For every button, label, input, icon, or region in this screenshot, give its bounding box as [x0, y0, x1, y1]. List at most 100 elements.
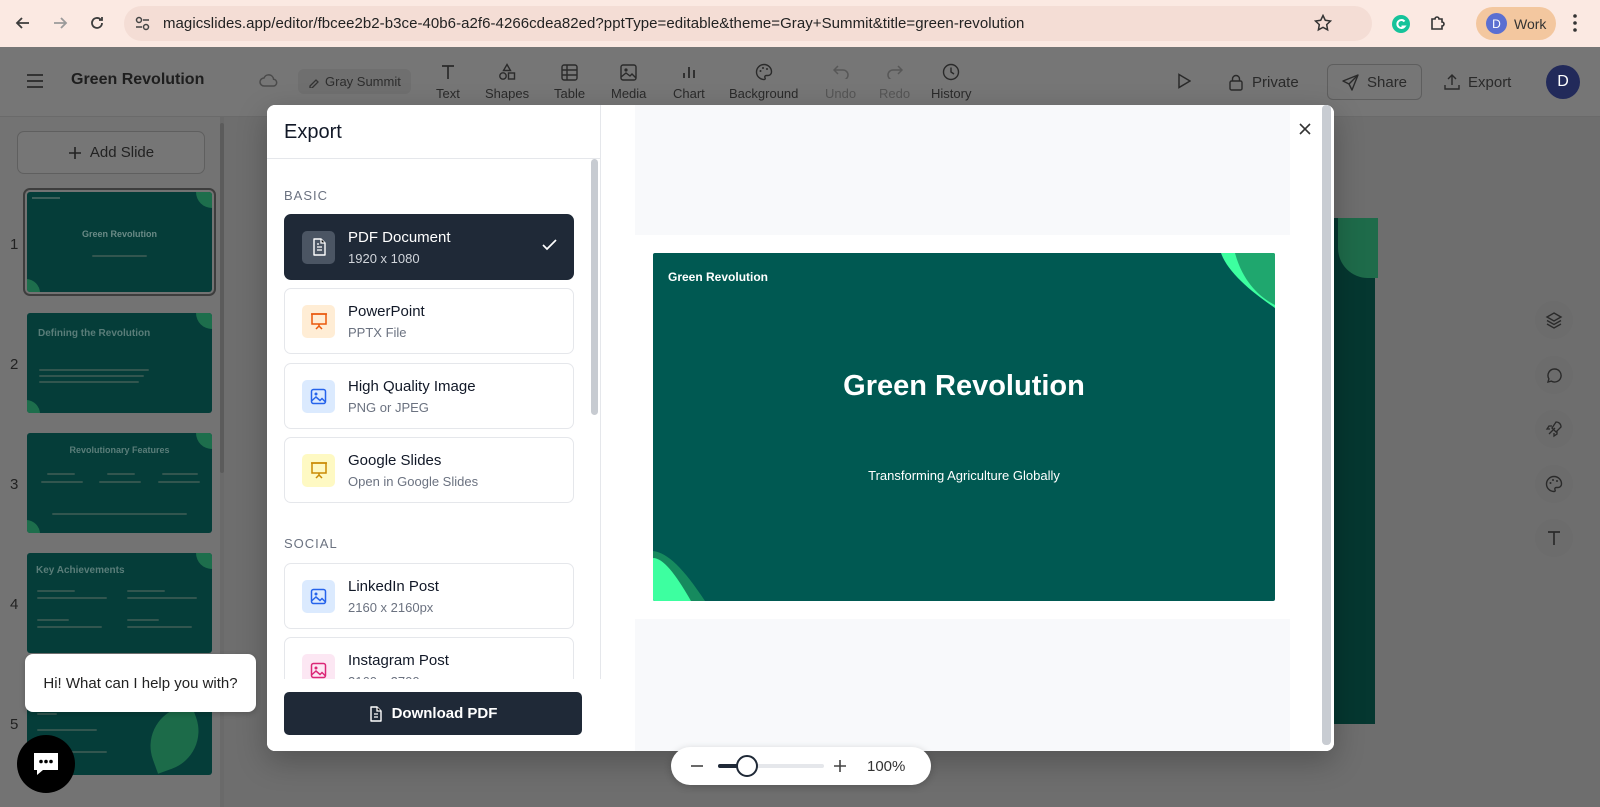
- close-icon: [1299, 123, 1311, 135]
- grammarly-extension-icon[interactable]: [1391, 14, 1411, 34]
- reload-icon: [91, 17, 103, 29]
- export-button[interactable]: Export: [1444, 64, 1511, 100]
- theme-palette-button[interactable]: [1535, 465, 1573, 503]
- reload-button[interactable]: [82, 8, 112, 38]
- user-avatar[interactable]: D: [1546, 65, 1580, 99]
- tool-table-label: Table: [554, 86, 586, 101]
- tool-redo[interactable]: Redo: [879, 62, 910, 101]
- comments-button[interactable]: [1535, 356, 1573, 394]
- tool-media[interactable]: Media: [611, 62, 646, 101]
- slide-thumbnail-3[interactable]: Revolutionary Features: [27, 433, 212, 533]
- option-subtitle: Open in Google Slides: [348, 473, 479, 489]
- theme-chip-label: Gray Summit: [325, 74, 401, 89]
- url-text[interactable]: magicslides.app/editor/fbcee2b2-b3ce-40b…: [163, 15, 1024, 32]
- share-button[interactable]: Share: [1327, 64, 1423, 100]
- slide-thumbnail-2[interactable]: Defining the Revolution: [27, 313, 212, 413]
- export-modal: Export BASIC PDF Document 1920 x 1080 Po…: [267, 105, 1334, 751]
- options-scrollbar[interactable]: [591, 159, 598, 415]
- zoom-slider-handle[interactable]: [736, 755, 758, 777]
- slide-thumbnail-title: Green Revolution: [81, 229, 157, 239]
- chat-icon: [34, 753, 58, 775]
- option-name: Google Slides: [348, 451, 442, 469]
- option-name: PDF Document: [348, 228, 451, 246]
- add-slide-button[interactable]: Add Slide: [17, 131, 205, 174]
- profile-button[interactable]: D Work: [1476, 7, 1556, 40]
- layers-button[interactable]: [1535, 301, 1573, 339]
- private-label: Private: [1252, 73, 1299, 91]
- layers-icon: [1545, 312, 1563, 329]
- private-button[interactable]: Private: [1228, 64, 1299, 100]
- section-label-social: SOCIAL: [284, 536, 338, 551]
- redo-icon: [886, 65, 903, 79]
- minus-icon: [691, 765, 703, 767]
- share-label: Share: [1367, 73, 1408, 91]
- add-slide-label: Add Slide: [89, 144, 155, 161]
- hamburger-menu-icon[interactable]: [26, 74, 44, 88]
- tool-shapes[interactable]: Shapes: [485, 62, 529, 101]
- zoom-level: 100%: [867, 758, 906, 775]
- text-icon: [1548, 531, 1560, 545]
- export-option-pdf[interactable]: PDF Document 1920 x 1080: [284, 214, 574, 280]
- slide-thumbnail-title: Key Achievements: [36, 565, 125, 576]
- tool-text-label: Text: [436, 86, 460, 101]
- undo-icon: [832, 65, 849, 79]
- close-modal-button[interactable]: [1294, 118, 1316, 140]
- export-option-google-slides[interactable]: Google Slides Open in Google Slides: [284, 437, 574, 503]
- tool-background-label: Background: [729, 86, 799, 101]
- sidebar-scrollbar[interactable]: [220, 123, 224, 473]
- back-button[interactable]: [8, 8, 38, 38]
- export-option-linkedin[interactable]: LinkedIn Post 2160 x 2160px: [284, 563, 574, 629]
- tool-redo-label: Redo: [879, 86, 911, 101]
- tool-table[interactable]: Table: [554, 62, 585, 101]
- bookmark-star-icon[interactable]: [1314, 14, 1332, 32]
- font-button[interactable]: [1535, 519, 1573, 557]
- zoom-in-button[interactable]: [833, 756, 847, 776]
- modal-scrollbar[interactable]: [1322, 105, 1331, 745]
- tool-text[interactable]: Text: [436, 62, 460, 101]
- slide-thumbnail-1[interactable]: Green Revolution: [23, 188, 216, 296]
- extensions-puzzle-icon[interactable]: [1428, 13, 1448, 33]
- slide-decor-leaves: [653, 253, 1275, 601]
- tool-background[interactable]: Background: [729, 62, 798, 101]
- export-label: Export: [1468, 73, 1512, 91]
- ai-design-button[interactable]: [1535, 410, 1573, 448]
- tool-chart[interactable]: Chart: [673, 62, 705, 101]
- brush-icon: [309, 78, 319, 88]
- tool-undo[interactable]: Undo: [825, 62, 856, 101]
- tool-history[interactable]: History: [931, 62, 971, 101]
- bar-chart-icon: [682, 67, 695, 78]
- zoom-out-button[interactable]: [690, 756, 704, 776]
- site-settings-icon[interactable]: [134, 15, 151, 32]
- export-option-image[interactable]: High Quality Image PNG or JPEG: [284, 363, 574, 429]
- presentation-title[interactable]: Green Revolution: [71, 71, 204, 89]
- browser-menu-icon[interactable]: [1572, 13, 1578, 33]
- tool-shapes-label: Shapes: [485, 86, 530, 101]
- export-options-list: BASIC PDF Document 1920 x 1080 PowerPoin…: [267, 159, 601, 751]
- tool-undo-label: Undo: [825, 86, 857, 101]
- profile-label: Work: [1514, 15, 1547, 32]
- theme-chip[interactable]: Gray Summit: [298, 69, 411, 94]
- tool-history-label: History: [931, 86, 972, 101]
- image-icon: [302, 379, 335, 413]
- address-bar[interactable]: magicslides.app/editor/fbcee2b2-b3ce-40b…: [124, 6, 1372, 41]
- slide-thumbnail-title: Defining the Revolution: [38, 328, 151, 339]
- chat-greeting[interactable]: Hi! What can I help you with?: [25, 654, 256, 712]
- option-name: Instagram Post: [348, 651, 449, 669]
- export-options-pane: Export BASIC PDF Document 1920 x 1080 Po…: [267, 105, 601, 751]
- send-icon: [1342, 73, 1359, 91]
- export-option-powerpoint[interactable]: PowerPoint PPTX File: [284, 288, 574, 354]
- plus-icon: [834, 760, 846, 772]
- document-icon: [369, 705, 382, 722]
- slide-title: Green Revolution: [843, 370, 1085, 402]
- export-preview-pane: Green Revolution Green Revolution Transf…: [602, 105, 1334, 751]
- slide-thumbnail-4[interactable]: Key Achievements: [27, 553, 212, 653]
- upload-icon: [1444, 74, 1460, 90]
- play-icon[interactable]: [1177, 73, 1191, 89]
- cloud-save-icon: [259, 72, 279, 88]
- forward-button[interactable]: [45, 8, 75, 38]
- arrow-right-icon: [54, 17, 68, 29]
- slide-thumbnail-title: Revolutionary Features: [69, 445, 170, 455]
- download-pdf-button[interactable]: Download PDF: [284, 692, 582, 735]
- chat-launcher-button[interactable]: [17, 735, 75, 793]
- text-icon: [441, 65, 454, 79]
